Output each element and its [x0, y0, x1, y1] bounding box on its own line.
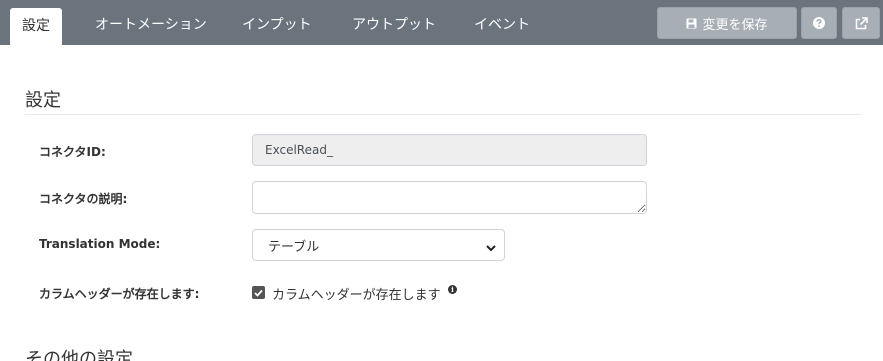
tab-output[interactable]: アウトプット: [352, 0, 436, 45]
save-changes-label: 変更を保存: [702, 17, 768, 33]
translation-mode-label: Translation Mode:: [39, 237, 161, 251]
settings-section-title: 設定: [25, 90, 61, 111]
save-changes-button[interactable]: 変更を保存: [657, 7, 797, 39]
info-icon[interactable]: i: [448, 285, 457, 294]
check-icon: [254, 289, 263, 297]
question-circle-icon: [813, 17, 825, 29]
column-header-checkbox[interactable]: [252, 286, 265, 299]
translation-mode-value: テーブル: [268, 239, 320, 255]
connector-id-field[interactable]: [252, 134, 647, 166]
connector-id-label: コネクタID:: [39, 145, 106, 159]
chevron-down-icon: [486, 241, 496, 256]
help-button[interactable]: [801, 7, 837, 39]
open-external-button[interactable]: [842, 7, 880, 39]
column-header-label: カラムヘッダーが存在します:: [39, 287, 200, 301]
column-header-checkbox-label[interactable]: カラムヘッダーが存在します: [272, 284, 441, 303]
tab-settings[interactable]: 設定: [10, 8, 62, 45]
top-nav-bar: 設定 オートメーション インプット アウトプット イベント 変更を保存: [0, 0, 883, 45]
translation-mode-select[interactable]: テーブル: [252, 229, 505, 261]
tab-automation[interactable]: オートメーション: [95, 0, 207, 45]
tab-events[interactable]: イベント: [474, 0, 530, 45]
tab-input[interactable]: インプット: [242, 0, 312, 45]
other-settings-section-title: その他の設定: [25, 349, 133, 361]
external-link-icon: [855, 16, 868, 30]
floppy-disk-icon: [686, 18, 697, 29]
section-divider: [25, 114, 861, 115]
connector-description-field[interactable]: [252, 181, 647, 214]
connector-description-label: コネクタの説明:: [39, 192, 128, 206]
